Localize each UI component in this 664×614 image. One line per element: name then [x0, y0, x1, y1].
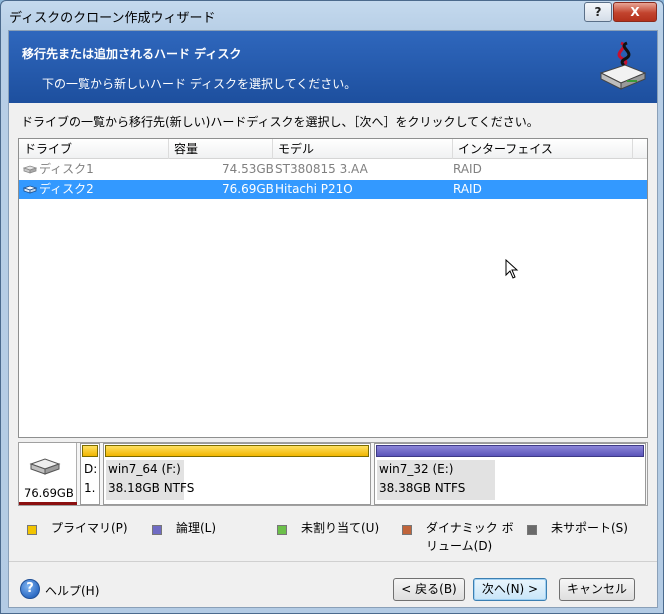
hard-disk-icon: [29, 458, 61, 475]
disk-size-label: 76.69GB: [24, 486, 74, 500]
legend-label-primary: プライマリ(P): [51, 521, 128, 535]
row-drive: ディスク1: [39, 162, 94, 176]
row-capacity: 74.53GB: [222, 162, 274, 176]
legend-swatch-unallocated: [277, 525, 287, 535]
partition-small-line1: D:: [84, 462, 98, 476]
partition-size: 38.18GB NTFS: [108, 481, 195, 495]
footer-divider: [9, 561, 657, 562]
hard-disk-icon: [23, 185, 37, 194]
header-subtitle: 下の一覧から新しいハード ディスクを選択してください。: [42, 77, 357, 91]
column-capacity[interactable]: 容量: [169, 139, 273, 159]
disk-summary[interactable]: 76.69GB: [19, 443, 77, 505]
partition-win7-64[interactable]: win7_64 (F:) 38.18GB NTFS: [103, 443, 371, 505]
legend-label-logical: 論理(L): [176, 521, 217, 535]
column-drive[interactable]: ドライブ: [19, 139, 169, 159]
legend-label-dynamic-1: ダイナミック ボ: [426, 521, 514, 535]
row-interface: RAID: [453, 162, 482, 176]
legend-swatch-logical: [152, 525, 162, 535]
title-bar: ディスクのクローン作成ウィザード ? X: [1, 1, 663, 29]
table-row[interactable]: ディスク2 76.69GB Hitachi P21O RAID: [19, 180, 647, 199]
legend-unallocated: 未割り当て(U): [277, 519, 397, 559]
column-model[interactable]: モデル: [273, 139, 453, 159]
next-button[interactable]: 次へ(N) >: [473, 578, 547, 601]
wizard-window: ディスクのクローン作成ウィザード ? X 移行先または追加されるハード ディスク…: [0, 0, 664, 614]
partition-name: win7_64 (F:): [108, 462, 181, 476]
partition-name: win7_32 (E:): [379, 462, 454, 476]
clone-disk-icon: [599, 41, 647, 90]
partition-win7-32[interactable]: win7_32 (E:) 38.38GB NTFS: [374, 443, 646, 505]
mouse-cursor-icon: [505, 259, 519, 279]
partition-small-line2: 1.: [84, 481, 96, 495]
legend-label-unsupported: 未サポート(S): [551, 521, 628, 535]
instruction-text: ドライブの一覧から移行先(新しい)ハードディスクを選択し、［次へ］をクリックして…: [21, 115, 539, 129]
legend-swatch-unsupported: [527, 525, 537, 535]
column-interface[interactable]: インターフェイス: [453, 139, 633, 159]
list-header: ドライブ 容量 モデル インターフェイス: [19, 139, 647, 159]
legend-dynamic: ダイナミック ボ リューム(D): [402, 519, 522, 559]
disk-map: 76.69GB D: 1. win7_64 (F:) 38.18GB NTFS …: [18, 442, 648, 506]
legend-primary: プライマリ(P): [27, 519, 147, 559]
row-drive: ディスク2: [39, 182, 94, 196]
close-button[interactable]: X: [613, 2, 657, 22]
row-model: ST380815 3.AA: [275, 162, 368, 176]
drive-list[interactable]: ドライブ 容量 モデル インターフェイス ディスク1 74.53GB ST380…: [18, 138, 648, 438]
row-interface: RAID: [453, 182, 482, 196]
cancel-button[interactable]: キャンセル: [559, 578, 635, 601]
table-row[interactable]: ディスク1 74.53GB ST380815 3.AA RAID: [19, 160, 647, 179]
title-help-button[interactable]: ?: [584, 2, 612, 22]
back-button[interactable]: < 戻る(B): [393, 578, 465, 601]
wizard-header: 移行先または追加されるハード ディスク 下の一覧から新しいハード ディスクを選択…: [9, 31, 657, 103]
wizard-client-area: 移行先または追加されるハード ディスク 下の一覧から新しいハード ディスクを選択…: [8, 30, 658, 608]
partition-bar: [82, 445, 98, 457]
legend-label-unallocated: 未割り当て(U): [301, 521, 380, 535]
legend-swatch-dynamic: [402, 525, 412, 535]
legend-logical: 論理(L): [152, 519, 252, 559]
partition-size: 38.38GB NTFS: [379, 481, 466, 495]
partition-small[interactable]: D: 1.: [80, 443, 100, 505]
help-link[interactable]: ヘルプ(H): [45, 582, 99, 599]
header-title: 移行先または追加されるハード ディスク: [22, 47, 242, 61]
legend-swatch-primary: [27, 525, 37, 535]
help-icon[interactable]: ?: [20, 579, 40, 599]
partition-bar: [105, 445, 369, 457]
partition-bar: [376, 445, 644, 457]
hard-disk-icon: [23, 165, 37, 174]
legend-unsupported: 未サポート(S): [527, 519, 651, 559]
row-capacity: 76.69GB: [222, 182, 274, 196]
row-model: Hitachi P21O: [275, 182, 353, 196]
legend-label-dynamic-2: リューム(D): [426, 539, 493, 553]
disk-summary-accent: [19, 502, 77, 505]
window-title: ディスクのクローン作成ウィザード: [9, 11, 216, 26]
